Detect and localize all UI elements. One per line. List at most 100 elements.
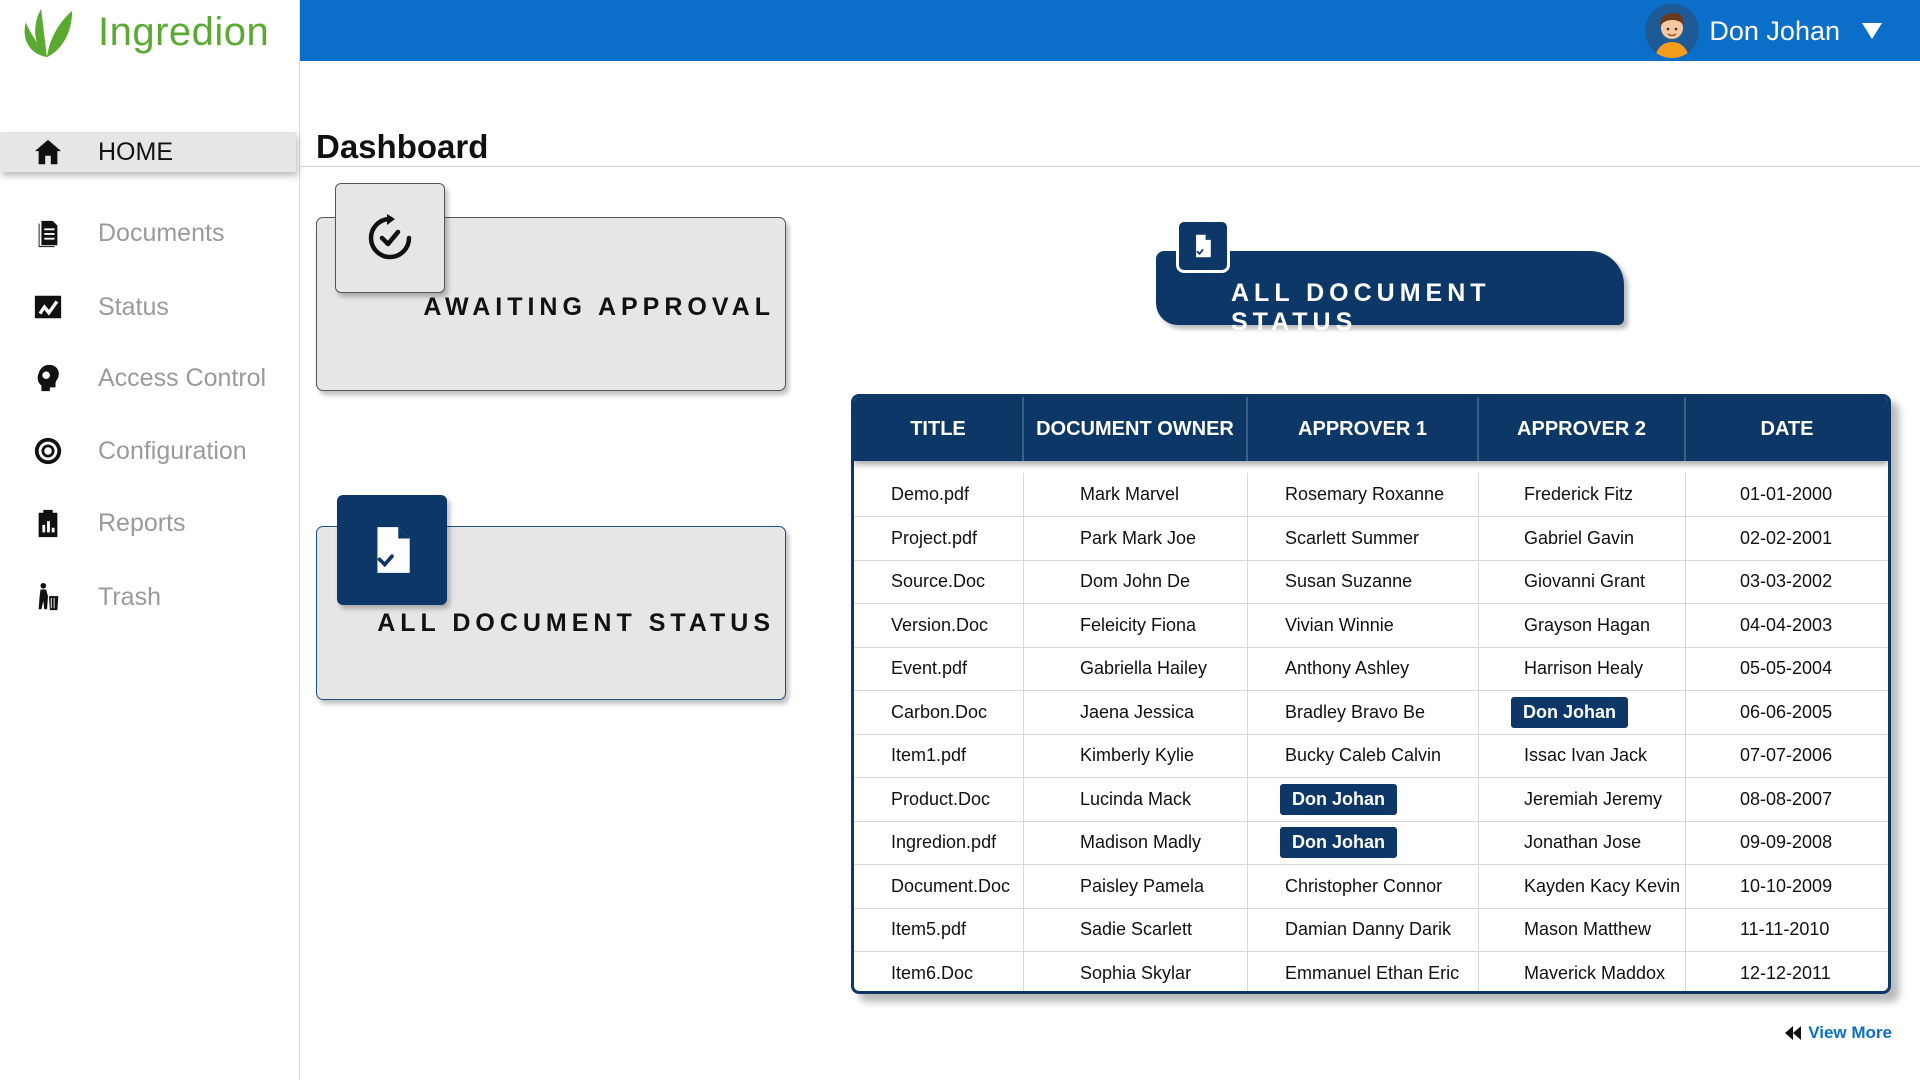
cell-document-owner: Sophia Skylar (1024, 952, 1248, 991)
table-row[interactable]: Source.Doc Dom John De Susan Suzanne Giovan… (854, 560, 1888, 604)
cell-approver-2: Jeremiah Jeremy (1479, 778, 1686, 821)
configuration-gear-icon (32, 435, 64, 467)
sidebar-item-configuration[interactable]: Configuration (0, 431, 300, 471)
banner-label: ALL DOCUMENT STATUS (1231, 279, 1491, 336)
column-header-document-owner[interactable]: DOCUMENT OWNER (1024, 397, 1248, 461)
trash-icon (32, 581, 64, 613)
sidebar-item-status[interactable]: Status (0, 287, 300, 327)
table-row[interactable]: Document.Doc Paisley Pamela Christopher Co… (854, 865, 1888, 909)
cell-date: 07-07-2006 (1740, 745, 1833, 766)
brand-logo[interactable]: Ingredion (18, 2, 269, 62)
home-icon (32, 136, 64, 168)
table-row[interactable]: Ingredion.pdf Madison Madly Don Johan Jonat… (854, 821, 1888, 865)
table-row[interactable]: Version.Doc Feleicity Fiona Vivian Winnie G… (854, 604, 1888, 648)
document-icon (1176, 219, 1230, 273)
cell-title: Item6.Doc (854, 952, 1024, 991)
cell-approver-1: Scarlett Summer (1248, 517, 1479, 560)
current-user-approver-badge[interactable]: Don Johan (1511, 696, 1628, 728)
user-menu[interactable]: Don Johan (1645, 2, 1882, 60)
sidebar-item-label: Configuration (98, 436, 247, 465)
current-user-approver-badge[interactable]: Don Johan (1280, 827, 1397, 859)
sidebar-item-label: Access Control (98, 363, 267, 392)
cell-approver-2: Maverick Maddox (1479, 952, 1686, 991)
cell-title: Event.pdf (854, 647, 1024, 690)
cell-document-owner: Dom John De (1024, 560, 1248, 603)
brand-name: Ingredion (98, 9, 270, 54)
cell-document-owner: Gabriella Hailey (1024, 647, 1248, 690)
cell-approver-1: Damian Danny Darik (1248, 908, 1479, 951)
cell-approver-2: Kayden Kacy Kevin (1479, 865, 1686, 908)
card-icon-box (337, 495, 447, 605)
cell-date: 05-05-2004 (1740, 658, 1833, 679)
sidebar-item-access-control[interactable]: Access Control (0, 358, 300, 398)
cell-approver-2: Frederick Fitz (1479, 473, 1686, 516)
reports-icon (32, 507, 64, 539)
sidebar-item-documents[interactable]: Documents (0, 213, 300, 253)
all-document-status-banner[interactable]: ALL DOCUMENT STATUS (1156, 219, 1624, 336)
chevron-down-icon (1862, 23, 1882, 39)
cell-approver-2: Grayson Hagan (1479, 604, 1686, 647)
awaiting-approval-card[interactable]: AWAITING APPROVAL (316, 183, 786, 391)
cell-approver-1: Rosemary Roxanne (1248, 473, 1479, 516)
table-row[interactable]: Item5.pdf Sadie Scarlett Damian Danny Dari… (854, 908, 1888, 952)
table-row[interactable]: Event.pdf Gabriella Hailey Anthony Ashley H… (854, 647, 1888, 691)
table-row[interactable]: Item6.Doc Sophia Skylar Emmanuel Ethan Eri… (854, 952, 1888, 991)
cell-date: 09-09-2008 (1740, 832, 1833, 853)
cell-document-owner: Feleicity Fiona (1024, 604, 1248, 647)
column-header-title[interactable]: TITLE (854, 397, 1024, 461)
page-title: Dashboard (316, 128, 489, 165)
user-name: Don Johan (1709, 15, 1840, 46)
sidebar-item-label: Reports (98, 508, 186, 537)
table-row[interactable]: Product.Doc Lucinda Mack Don Johan Jeremiah… (854, 778, 1888, 822)
column-header-approver-1[interactable]: APPROVER 1 (1248, 397, 1479, 461)
cell-approver-1: Bucky Caleb Calvin (1248, 734, 1479, 777)
cell-document-owner: Paisley Pamela (1024, 865, 1248, 908)
column-header-approver-2[interactable]: APPROVER 2 (1479, 397, 1686, 461)
table-row[interactable]: Project.pdf Park Mark Joe Scarlett Summer G… (854, 517, 1888, 561)
cell-date: 12-12-2011 (1740, 962, 1831, 983)
cell-approver-2: Mason Matthew (1479, 908, 1686, 951)
table-row[interactable]: Carbon.Doc Jaena Jessica Bradley Bravo Be D… (854, 691, 1888, 735)
cell-document-owner: Mark Marvel (1024, 473, 1248, 516)
column-header-date[interactable]: DATE (1686, 397, 1888, 461)
cell-approver-1: Emmanuel Ethan Eric (1248, 952, 1479, 991)
cell-approver-2: Don Johan (1479, 691, 1686, 734)
top-bar: Don Johan (300, 0, 1920, 61)
cell-document-owner: Sadie Scarlett (1024, 908, 1248, 951)
card-label: ALL DOCUMENT STATUS (377, 609, 775, 637)
current-user-approver-badge[interactable]: Don Johan (1280, 783, 1397, 815)
cell-document-owner: Park Mark Joe (1024, 517, 1248, 560)
sidebar-item-trash[interactable]: Trash (0, 577, 300, 617)
table-row[interactable]: Item1.pdf Kimberly Kylie Bucky Caleb Calvi… (854, 734, 1888, 778)
document-icon (377, 527, 410, 573)
table-body: Demo.pdf Mark Marvel Rosemary Roxanne Frede… (854, 461, 1888, 991)
cell-approver-1: Don Johan (1248, 821, 1479, 864)
table-header: TITLE DOCUMENT OWNER APPROVER 1 APPROVER… (854, 397, 1888, 461)
cell-date: 04-04-2003 (1740, 614, 1833, 635)
view-more-link[interactable]: View More (1784, 1023, 1892, 1043)
cell-approver-1: Don Johan (1248, 778, 1479, 821)
cell-approver-1: Susan Suzanne (1248, 560, 1479, 603)
sidebar-item-label: Status (98, 292, 169, 321)
cell-approver-1: Bradley Bravo Be (1248, 691, 1479, 734)
title-divider (300, 166, 1920, 167)
cell-date: 06-06-2005 (1740, 701, 1833, 722)
cell-approver-1: Christopher Connor (1248, 865, 1479, 908)
all-document-status-card[interactable]: ALL DOCUMENT STATUS (316, 495, 786, 700)
cell-document-owner: Lucinda Mack (1024, 778, 1248, 821)
sidebar-item-home[interactable]: HOME (0, 132, 296, 172)
cell-title: Version.Doc (854, 604, 1024, 647)
cell-title: Document.Doc (854, 865, 1024, 908)
avatar (1645, 4, 1700, 58)
cell-approver-1: Vivian Winnie (1248, 604, 1479, 647)
cell-title: Demo.pdf (854, 473, 1024, 516)
rewind-icon (1785, 1026, 1802, 1040)
cell-date: 03-03-2002 (1740, 571, 1833, 592)
table-row[interactable]: Demo.pdf Mark Marvel Rosemary Roxanne Frede… (854, 461, 1888, 517)
sidebar-item-reports[interactable]: Reports (0, 503, 300, 543)
cell-approver-2: Giovanni Grant (1479, 560, 1686, 603)
status-chart-icon (32, 291, 64, 323)
cell-approver-2: Issac Ivan Jack (1479, 734, 1686, 777)
ingredion-leaf-icon (24, 8, 73, 58)
cell-date: 11-11-2010 (1740, 919, 1830, 940)
